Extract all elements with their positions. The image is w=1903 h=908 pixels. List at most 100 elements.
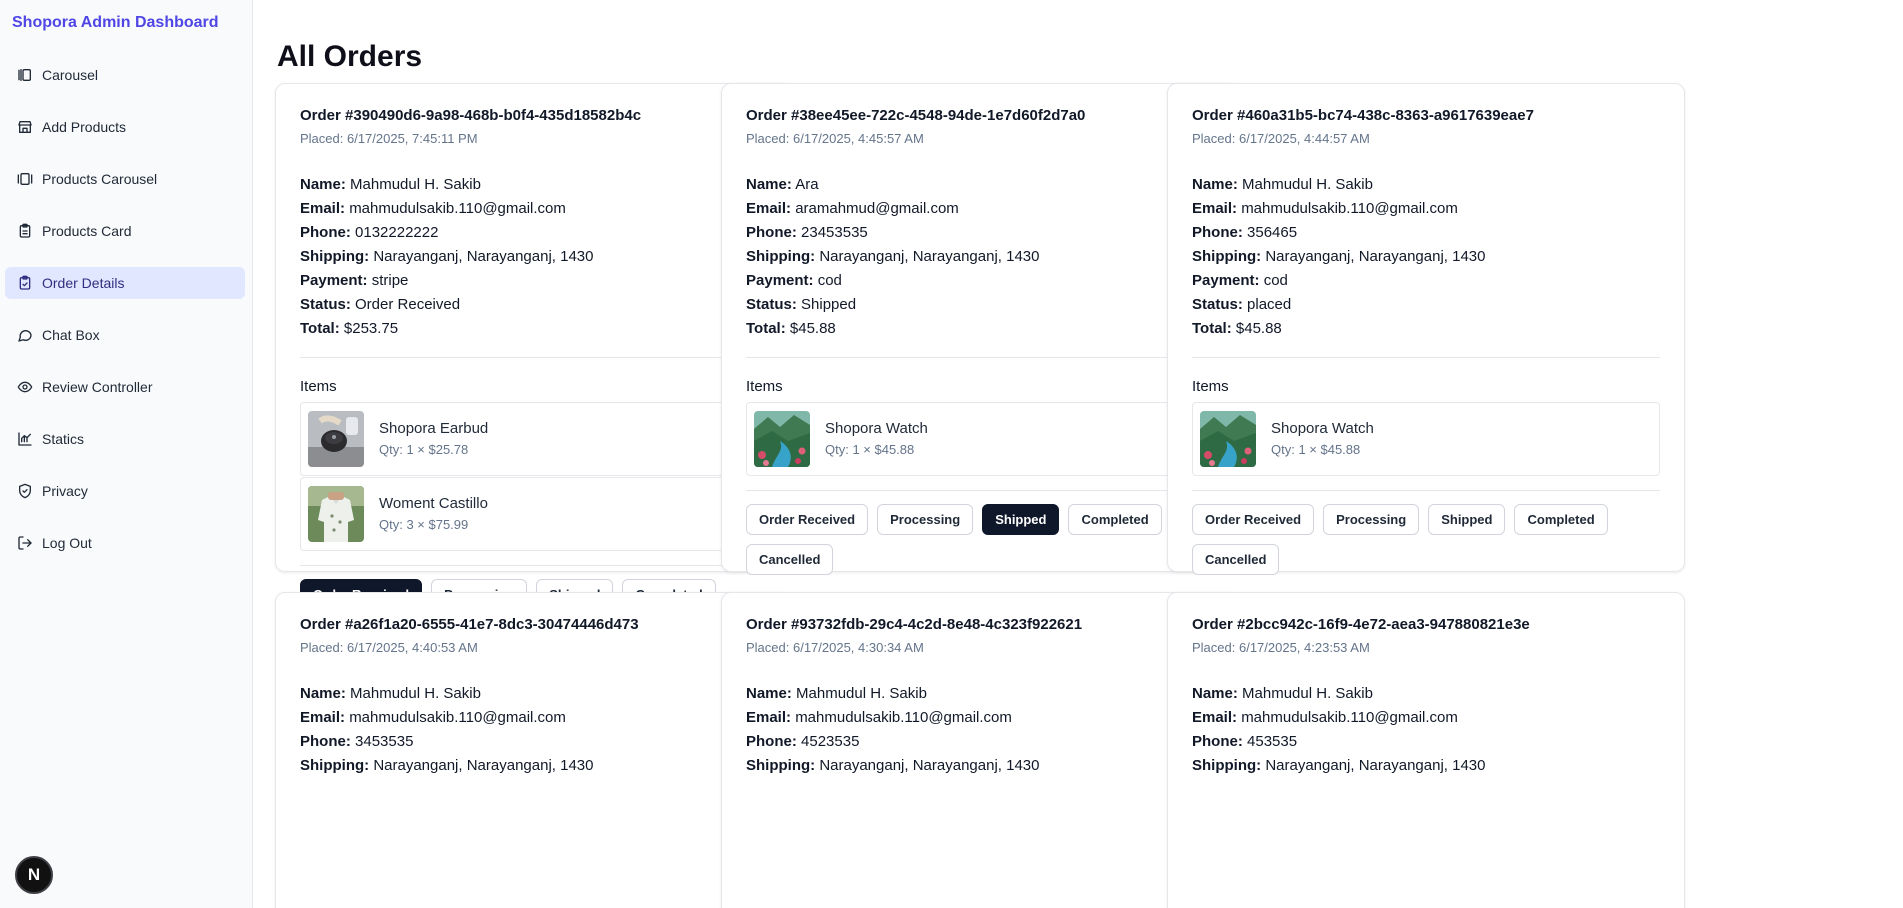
order-email: Email: mahmudulsakib.110@gmail.com [1192, 706, 1660, 730]
item-info: Shopora Earbud Qty: 1 × $25.78 [379, 419, 488, 459]
field-value-total: $45.88 [1235, 320, 1282, 337]
field-value-name: Mahmudul H. Sakib [1242, 685, 1373, 702]
order-placed-date: Placed: 6/17/2025, 4:44:57 AM [1192, 131, 1370, 146]
sidebar-item-statics[interactable]: Statics [5, 423, 245, 455]
brand-title[interactable]: Shopora Admin Dashboard [12, 14, 219, 32]
field-label-total: Total: [1192, 320, 1232, 337]
status-button-completed[interactable]: Completed [1514, 504, 1608, 535]
field-label-total: Total: [746, 320, 786, 337]
field-value-payment: cod [817, 272, 842, 289]
field-label-email: Email: [746, 709, 792, 726]
item-name: Shopora Watch [1271, 420, 1374, 437]
field-label-name: Name: [1192, 685, 1238, 702]
store-icon [17, 119, 33, 135]
sidebar-item-chat-box[interactable]: Chat Box [5, 319, 245, 351]
field-label-name: Name: [1192, 176, 1238, 193]
field-label-status: Status: [1192, 296, 1243, 313]
status-button-processing[interactable]: Processing [877, 504, 974, 535]
item-info: Woment Castillo Qty: 3 × $75.99 [379, 494, 488, 534]
order-name: Name: Ara [746, 173, 1214, 197]
status-button-processing[interactable]: Processing [1323, 504, 1420, 535]
field-label-payment: Payment: [1192, 272, 1260, 289]
sidebar-item-products-card[interactable]: Products Card [5, 215, 245, 247]
logout-icon [17, 535, 33, 551]
order-phone: Phone: 356465 [1192, 221, 1660, 245]
sidebar-item-label: Privacy [42, 483, 88, 499]
clipboard-check-icon [17, 275, 33, 291]
item-qty: Qty: 1 × $45.88 [1271, 442, 1361, 457]
order-phone: Phone: 453535 [1192, 730, 1660, 754]
status-button-cancelled[interactable]: Cancelled [746, 544, 834, 575]
status-button-cancelled[interactable]: Cancelled [1192, 544, 1280, 575]
field-value-phone: 3453535 [355, 733, 414, 750]
nextjs-dev-badge[interactable]: N [15, 856, 53, 894]
status-button-order-received[interactable]: Order Received [1192, 504, 1315, 535]
items-heading: Items [746, 378, 783, 395]
order-name: Name: Mahmudul H. Sakib [1192, 682, 1660, 706]
field-label-phone: Phone: [300, 224, 351, 241]
field-label-shipping: Shipping: [746, 248, 816, 265]
order-fields: Name: Mahmudul H. Sakib Email: mahmudulsa… [300, 682, 768, 778]
field-value-email: mahmudulsakib.110@gmail.com [1241, 709, 1458, 726]
order-id: Order #38ee45ee-722c-4548-94de-1e7d60f2d… [746, 107, 1086, 124]
clipboard-list-icon [17, 223, 33, 239]
item-name: Woment Castillo [379, 495, 488, 512]
field-label-name: Name: [300, 176, 346, 193]
field-value-phone: 4523535 [801, 733, 860, 750]
order-shipping: Shipping: Narayanganj, Narayanganj, 1430 [1192, 754, 1660, 778]
order-payment: Payment: stripe [300, 269, 768, 293]
order-name: Name: Mahmudul H. Sakib [300, 682, 768, 706]
sidebar-item-add-products[interactable]: Add Products [5, 111, 245, 143]
sidebar-item-label: Products Card [42, 223, 132, 239]
order-fields: Name: Mahmudul H. Sakib Email: mahmudulsa… [746, 682, 1214, 778]
status-button-completed[interactable]: Completed [1068, 504, 1162, 535]
field-value-phone: 0132222222 [355, 224, 439, 241]
order-total: Total: $45.88 [746, 317, 1214, 341]
field-label-email: Email: [300, 709, 346, 726]
sidebar-item-carousel[interactable]: Carousel [5, 59, 245, 91]
chat-bubble-icon [17, 327, 33, 343]
order-id: Order #93732fdb-29c4-4c2d-8e48-4c323f922… [746, 616, 1083, 633]
sidebar-item-products-carousel[interactable]: Products Carousel [5, 163, 245, 195]
order-item: Shopora Watch Qty: 1 × $45.88 [1192, 402, 1660, 476]
order-item: Shopora Watch Qty: 1 × $45.88 [746, 402, 1214, 476]
order-placed-date: Placed: 6/17/2025, 4:40:53 AM [300, 640, 478, 655]
field-value-phone: 23453535 [801, 224, 868, 241]
gallery-icon [17, 171, 33, 187]
order-shipping: Shipping: Narayanganj, Narayanganj, 1430 [746, 245, 1214, 269]
field-value-name: Mahmudul H. Sakib [1242, 176, 1373, 193]
field-label-status: Status: [300, 296, 351, 313]
divider [1192, 357, 1660, 358]
shield-check-icon [17, 483, 33, 499]
field-label-shipping: Shipping: [300, 248, 370, 265]
field-label-name: Name: [300, 685, 346, 702]
sidebar-item-log-out[interactable]: Log Out [5, 527, 245, 559]
status-button-shipped[interactable]: Shipped [1428, 504, 1506, 535]
field-label-phone: Phone: [746, 733, 797, 750]
divider [300, 357, 768, 358]
field-label-phone: Phone: [746, 224, 797, 241]
order-item: Woment Castillo Qty: 3 × $75.99 [300, 477, 768, 551]
field-value-name: Ara [795, 176, 819, 193]
order-placed-date: Placed: 6/17/2025, 4:30:34 AM [746, 640, 924, 655]
sidebar-item-privacy[interactable]: Privacy [5, 475, 245, 507]
field-label-total: Total: [300, 320, 340, 337]
status-button-order-received[interactable]: Order Received [746, 504, 869, 535]
field-label-name: Name: [746, 685, 792, 702]
field-value-status: Order Received [355, 296, 461, 313]
field-value-shipping: Narayanganj, Narayanganj, 1430 [373, 248, 594, 265]
order-fields: Name: Mahmudul H. Sakib Email: mahmudulsa… [300, 173, 768, 341]
sidebar-item-review-controller[interactable]: Review Controller [5, 371, 245, 403]
page-title: All Orders [277, 40, 423, 73]
order-shipping: Shipping: Narayanganj, Narayanganj, 1430 [746, 754, 1214, 778]
field-label-email: Email: [300, 200, 346, 217]
field-value-shipping: Narayanganj, Narayanganj, 1430 [373, 757, 594, 774]
sidebar-item-order-details[interactable]: Order Details [5, 267, 245, 299]
status-button-shipped[interactable]: Shipped [982, 504, 1060, 535]
sidebar-item-label: Chat Box [42, 327, 100, 343]
order-total: Total: $253.75 [300, 317, 768, 341]
field-label-phone: Phone: [300, 733, 351, 750]
bar-chart-icon [17, 431, 33, 447]
eye-icon [17, 379, 33, 395]
items-list: Shopora Earbud Qty: 1 × $25.78 Woment Cast… [300, 402, 768, 551]
